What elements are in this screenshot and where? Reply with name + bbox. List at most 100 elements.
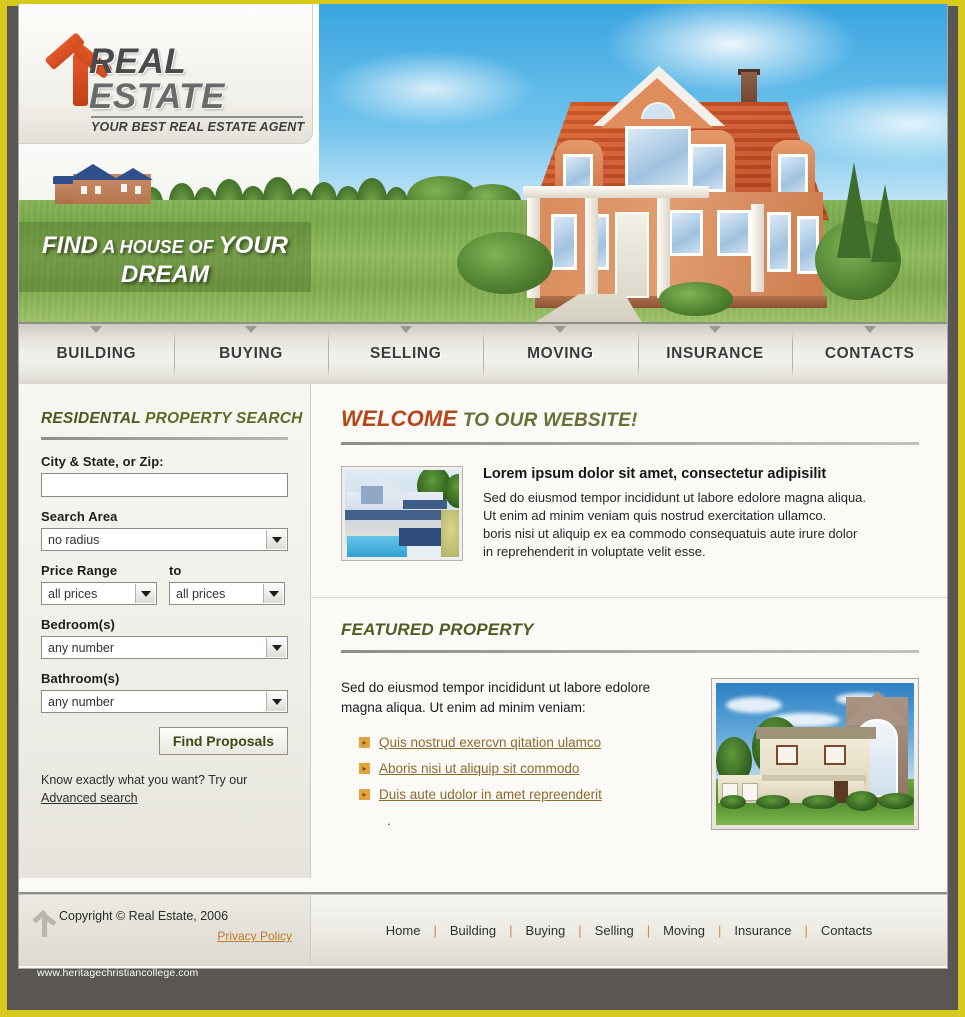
hero-small-house — [53, 156, 167, 204]
featured-link-list: ▸ Quis nostrud exercvn qitation ulamco ▸… — [341, 735, 689, 802]
nav-item-buying[interactable]: BUYING — [173, 324, 329, 384]
footer-link-moving[interactable]: Moving — [650, 923, 718, 938]
nav-label: SELLING — [369, 345, 442, 362]
nav-label: BUILDING — [56, 345, 137, 362]
logo-plate[interactable]: REAL ESTATE YOUR BEST REAL ESTATE AGENT — [19, 4, 313, 144]
city-state-zip-label: City & State, or Zip: — [41, 454, 164, 469]
welcome-section: WELCOME TO OUR WEBSITE! Lorem ipsum dolo… — [311, 384, 947, 579]
featured-intro-line-2: magna aliqua. Ut enim ad minim veniam: — [341, 700, 586, 715]
featured-text-column: Sed do eiusmod tempor incididunt ut labo… — [341, 678, 689, 830]
welcome-article-line-3: boris nisi ut aliquip ex ea commodo cons… — [483, 526, 858, 541]
bedrooms-select[interactable]: any number — [41, 636, 288, 659]
bedrooms-value: any number — [48, 640, 115, 655]
bathrooms-label: Bathroom(s) — [41, 671, 120, 686]
bathrooms-select[interactable]: any number — [41, 690, 288, 713]
slogan-dream: DREAM — [121, 261, 209, 288]
nav-item-insurance[interactable]: INSURANCE — [637, 324, 793, 384]
footer-link-home[interactable]: Home — [373, 923, 434, 938]
welcome-rule — [341, 442, 919, 445]
nav-item-moving[interactable]: MOVING — [483, 324, 638, 384]
search-area-value: no radius — [48, 532, 100, 547]
welcome-text: Lorem ipsum dolor sit amet, consectetur … — [483, 466, 866, 561]
page-container: REAL ESTATE YOUR BEST REAL ESTATE AGENT … — [18, 4, 948, 969]
search-area-select[interactable]: no radius — [41, 528, 288, 551]
main-content: WELCOME TO OUR WEBSITE! Lorem ipsum dolo… — [311, 384, 947, 878]
hero-slogan: FIND A HOUSE OF YOUR DREAM — [19, 222, 311, 292]
caret-down-icon — [709, 326, 722, 333]
list-item: ▸ Aboris nisi ut aliquip sit commodo — [341, 761, 689, 776]
footer-navigation: Home | Building | Buying | Selling | Mov… — [311, 895, 947, 966]
nav-label: INSURANCE — [666, 345, 764, 362]
featured-property-photo[interactable] — [711, 678, 919, 830]
featured-link-3[interactable]: Duis aute udolor in amet repreenderit — [379, 787, 602, 802]
chevron-down-icon[interactable] — [266, 530, 286, 549]
caret-down-icon — [399, 326, 412, 333]
find-proposals-button[interactable]: Find Proposals — [158, 727, 288, 755]
brand-title-light: ESTATE — [89, 77, 225, 116]
featured-rule — [341, 650, 919, 653]
city-state-zip-input[interactable] — [41, 473, 288, 497]
welcome-article-line-2: Ut enim ad minim veniam quis nostrud exe… — [483, 508, 827, 523]
price-range-labels: Price Range to — [41, 563, 288, 582]
chevron-down-icon[interactable] — [263, 584, 283, 603]
content-area: RESIDENTAL PROPERTY SEARCH City & State,… — [19, 384, 947, 878]
privacy-policy-link[interactable]: Privacy Policy — [217, 929, 292, 943]
brand-title: REAL ESTATE — [89, 44, 312, 114]
welcome-article-line-1: Sed do eiusmod tempor incididunt ut labo… — [483, 490, 867, 505]
welcome-article-line-4: in reprehenderit in voluptate velit esse… — [483, 544, 706, 559]
roof-arrow-logo-icon — [32, 909, 57, 937]
welcome-title-rest: TO OUR WEBSITE! — [457, 410, 638, 431]
welcome-thumbnail-image — [345, 470, 459, 557]
price-from-select[interactable]: all prices — [41, 582, 157, 605]
price-to-label: to — [169, 563, 182, 578]
price-range-selects: all prices all prices — [41, 582, 288, 605]
price-from-value: all prices — [48, 586, 98, 601]
list-item: ▸ Quis nostrud exercvn qitation ulamco — [341, 735, 689, 750]
welcome-article-heading: Lorem ipsum dolor sit amet, consectetur … — [483, 466, 827, 482]
sidebar-heading-rest: PROPERTY SEARCH — [140, 410, 303, 427]
welcome-thumbnail[interactable] — [341, 466, 463, 561]
nav-item-contacts[interactable]: CONTACTS — [792, 324, 947, 384]
chevron-down-icon[interactable] — [266, 692, 286, 711]
price-to-select[interactable]: all prices — [169, 582, 285, 605]
chevron-down-icon[interactable] — [266, 638, 286, 657]
advanced-search-hint: Know exactly what you want? Try our Adva… — [41, 771, 288, 807]
watermark-url: www.heritagechristiancollege.com — [37, 967, 199, 979]
featured-link-2[interactable]: Aboris nisi ut aliquip sit commodo — [379, 761, 579, 776]
brand-tagline: YOUR BEST REAL ESTATE AGENT — [91, 120, 305, 134]
sidebar-heading: RESIDENTAL PROPERTY SEARCH — [41, 410, 302, 428]
arrow-bullet-icon: ▸ — [359, 789, 370, 800]
hero-main-house — [457, 44, 901, 322]
footer-link-selling[interactable]: Selling — [582, 923, 647, 938]
nav-item-selling[interactable]: SELLING — [328, 324, 483, 384]
logo-underline — [91, 116, 303, 118]
footer-link-insurance[interactable]: Insurance — [721, 923, 804, 938]
arrow-bullet-icon: ▸ — [359, 763, 370, 774]
nav-item-building[interactable]: BUILDING — [19, 324, 174, 384]
welcome-body: Lorem ipsum dolor sit amet, consectetur … — [341, 466, 919, 579]
chevron-down-icon[interactable] — [135, 584, 155, 603]
sidebar-heading-bold: RESIDENTAL — [41, 410, 141, 427]
frame-right-border — [958, 0, 965, 1017]
advanced-search-link[interactable]: Advanced search — [41, 791, 138, 805]
frame-bottom-border — [0, 1010, 965, 1017]
footer-link-building[interactable]: Building — [437, 923, 509, 938]
logo-text: REAL ESTATE YOUR BEST REAL ESTATE AGENT — [89, 44, 312, 134]
featured-property-image — [716, 683, 914, 825]
property-search-sidebar: RESIDENTAL PROPERTY SEARCH City & State,… — [19, 384, 311, 878]
price-range-label: Price Range — [41, 563, 118, 578]
featured-title: FEATURED PROPERTY — [341, 620, 534, 639]
hero-slogan-text: FIND A HOUSE OF YOUR DREAM — [19, 222, 311, 288]
footer-link-buying[interactable]: Buying — [513, 923, 579, 938]
caret-down-icon — [90, 326, 103, 333]
privacy-policy-wrap: Privacy Policy — [37, 927, 292, 945]
nav-label: MOVING — [527, 345, 594, 362]
featured-intro-line-1: Sed do eiusmod tempor incididunt ut labo… — [341, 680, 651, 695]
caret-down-icon — [245, 326, 257, 333]
footer-link-contacts[interactable]: Contacts — [808, 923, 885, 938]
list-item: ▸ Duis aute udolor in amet repreenderit — [341, 787, 689, 802]
frame-left-border — [0, 0, 7, 1017]
caret-down-icon — [554, 326, 567, 333]
featured-link-1[interactable]: Quis nostrud exercvn qitation ulamco — [379, 735, 601, 750]
main-navigation: BUILDING BUYING SELLING MOVING INSURANCE… — [19, 322, 947, 384]
